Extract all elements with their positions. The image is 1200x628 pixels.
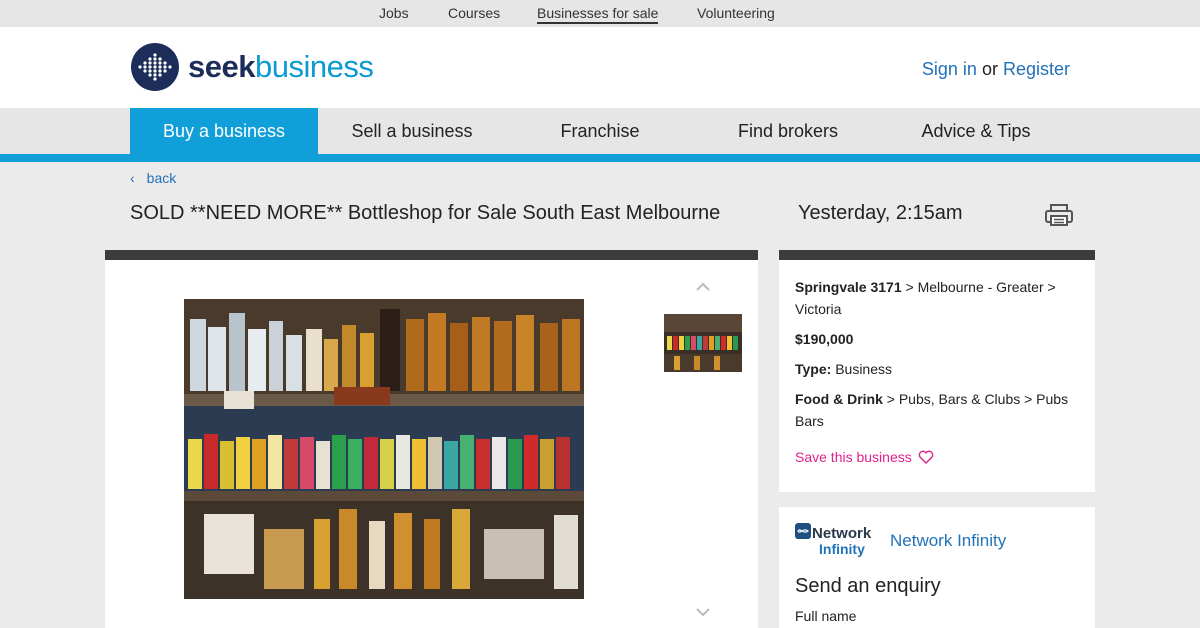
back-label: back bbox=[146, 170, 177, 186]
logo-business-text: business bbox=[254, 49, 374, 84]
enquiry-card: Network Infinity Network Infinity Send a… bbox=[779, 507, 1095, 628]
listing-title: SOLD **NEED MORE** Bottleshop for Sale S… bbox=[130, 202, 721, 224]
broker-logo-line1: Network bbox=[812, 525, 872, 542]
type-label: Type: bbox=[795, 361, 832, 377]
save-business-button[interactable]: Save this business bbox=[795, 446, 934, 468]
sign-in-link[interactable]: Sign in bbox=[922, 59, 977, 79]
nav-advice-tips[interactable]: Advice & Tips bbox=[882, 108, 1070, 154]
print-icon[interactable] bbox=[1044, 203, 1074, 227]
seek-logo-mark-icon bbox=[131, 43, 179, 91]
type-value: Business bbox=[831, 361, 893, 377]
heart-icon bbox=[918, 450, 934, 464]
auth-or-text: or bbox=[981, 59, 998, 79]
location-suburb: Springvale 3171 bbox=[795, 279, 902, 295]
broker-name-link[interactable]: Network Infinity bbox=[890, 531, 1006, 551]
nav-franchise[interactable]: Franchise bbox=[506, 108, 694, 154]
broker-logo[interactable]: Network Infinity bbox=[795, 523, 879, 559]
topnav-volunteering[interactable]: Volunteering bbox=[697, 5, 775, 21]
gallery-thumbnail[interactable] bbox=[664, 314, 742, 372]
chevron-down-icon[interactable] bbox=[695, 606, 711, 618]
listing-price: $190,000 bbox=[795, 328, 1079, 350]
site-header: seekbusiness Sign in or Register bbox=[0, 27, 1200, 108]
main-nav: Buy a business Sell a business Franchise… bbox=[0, 108, 1200, 154]
auth-links: Sign in or Register bbox=[922, 59, 1070, 80]
category-main: Food & Drink bbox=[795, 391, 883, 407]
chevron-up-icon[interactable] bbox=[695, 281, 711, 293]
seek-business-logo[interactable]: seekbusiness bbox=[130, 42, 374, 92]
logo-seek-text: seek bbox=[188, 49, 255, 84]
back-chevron-icon: ‹ bbox=[130, 170, 135, 186]
listing-location: Springvale 3171 > Melbourne - Greater > … bbox=[795, 276, 1079, 320]
price-value: $190,000 bbox=[795, 331, 854, 347]
listing-type: Type: Business bbox=[795, 358, 1079, 380]
top-utility-nav: Jobs Courses Businesses for sale Volunte… bbox=[0, 0, 1200, 27]
nav-sell-a-business[interactable]: Sell a business bbox=[318, 108, 506, 154]
photo-gallery bbox=[105, 250, 758, 628]
save-label: Save this business bbox=[795, 449, 912, 465]
back-link[interactable]: ‹ back bbox=[130, 170, 176, 186]
topnav-businesses-for-sale[interactable]: Businesses for sale bbox=[537, 5, 659, 24]
broker-logo-line2: Infinity bbox=[819, 541, 865, 557]
enquiry-title: Send an enquiry bbox=[795, 575, 941, 597]
broker-row: Network Infinity Network Infinity bbox=[795, 523, 1079, 559]
full-name-label: Full name bbox=[795, 608, 857, 624]
topnav-courses[interactable]: Courses bbox=[448, 5, 500, 21]
listing-date: Yesterday, 2:15am bbox=[798, 202, 963, 224]
listing-info-card: Springvale 3171 > Melbourne - Greater > … bbox=[779, 250, 1095, 492]
nav-find-brokers[interactable]: Find brokers bbox=[694, 108, 882, 154]
register-link[interactable]: Register bbox=[1003, 59, 1070, 79]
nav-accent-strip bbox=[0, 154, 1200, 162]
topnav-jobs[interactable]: Jobs bbox=[379, 5, 409, 21]
main-listing-photo[interactable] bbox=[184, 299, 584, 599]
logo-wordmark: seekbusiness bbox=[188, 49, 374, 85]
listing-category: Food & Drink > Pubs, Bars & Clubs > Pubs… bbox=[795, 388, 1079, 432]
nav-buy-a-business[interactable]: Buy a business bbox=[130, 108, 318, 154]
